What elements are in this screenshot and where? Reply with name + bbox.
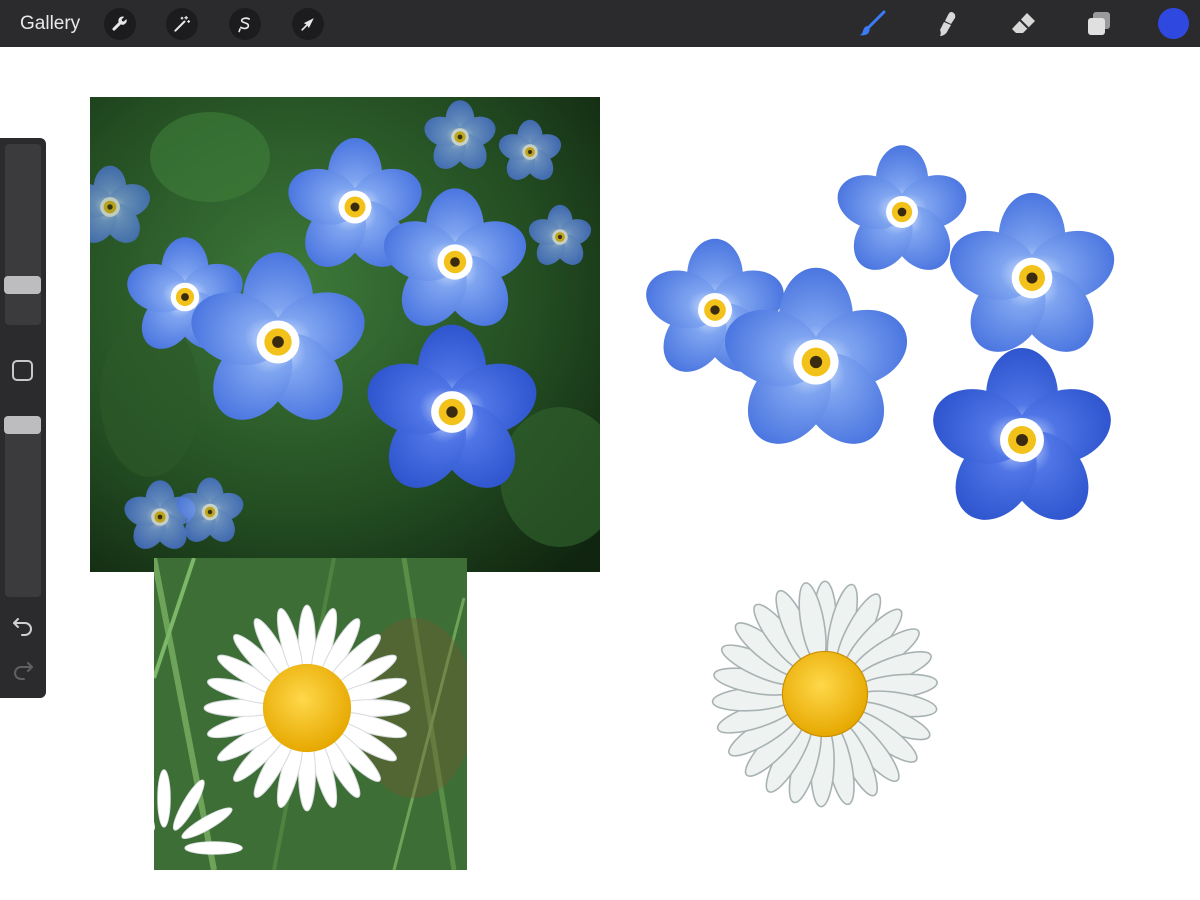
selection-icon[interactable] <box>229 8 261 40</box>
forget-me-not-painting[interactable] <box>620 140 1165 570</box>
brush-size-slider[interactable] <box>5 144 41 325</box>
top-toolbar: Gallery <box>0 0 1200 47</box>
undo-icon[interactable] <box>10 614 36 636</box>
sidebar <box>0 138 46 698</box>
modify-button[interactable] <box>12 360 33 381</box>
eraser-icon[interactable] <box>1008 8 1040 40</box>
color-picker-button[interactable] <box>1158 8 1189 39</box>
transform-arrow-icon[interactable] <box>292 8 324 40</box>
forget-me-not-photo[interactable] <box>90 97 600 572</box>
daisy-painting[interactable] <box>640 552 970 827</box>
opacity-thumb[interactable] <box>4 416 41 434</box>
smudge-icon[interactable] <box>932 8 964 40</box>
daisy-photo[interactable] <box>154 558 467 870</box>
gallery-button[interactable]: Gallery <box>20 13 80 35</box>
wrench-icon[interactable] <box>104 8 136 40</box>
magic-wand-icon[interactable] <box>166 8 198 40</box>
layers-icon[interactable] <box>1083 8 1115 40</box>
opacity-slider[interactable] <box>5 416 41 597</box>
redo-icon[interactable] <box>10 658 36 680</box>
brush-icon[interactable] <box>856 8 888 40</box>
brush-size-thumb[interactable] <box>4 276 41 294</box>
